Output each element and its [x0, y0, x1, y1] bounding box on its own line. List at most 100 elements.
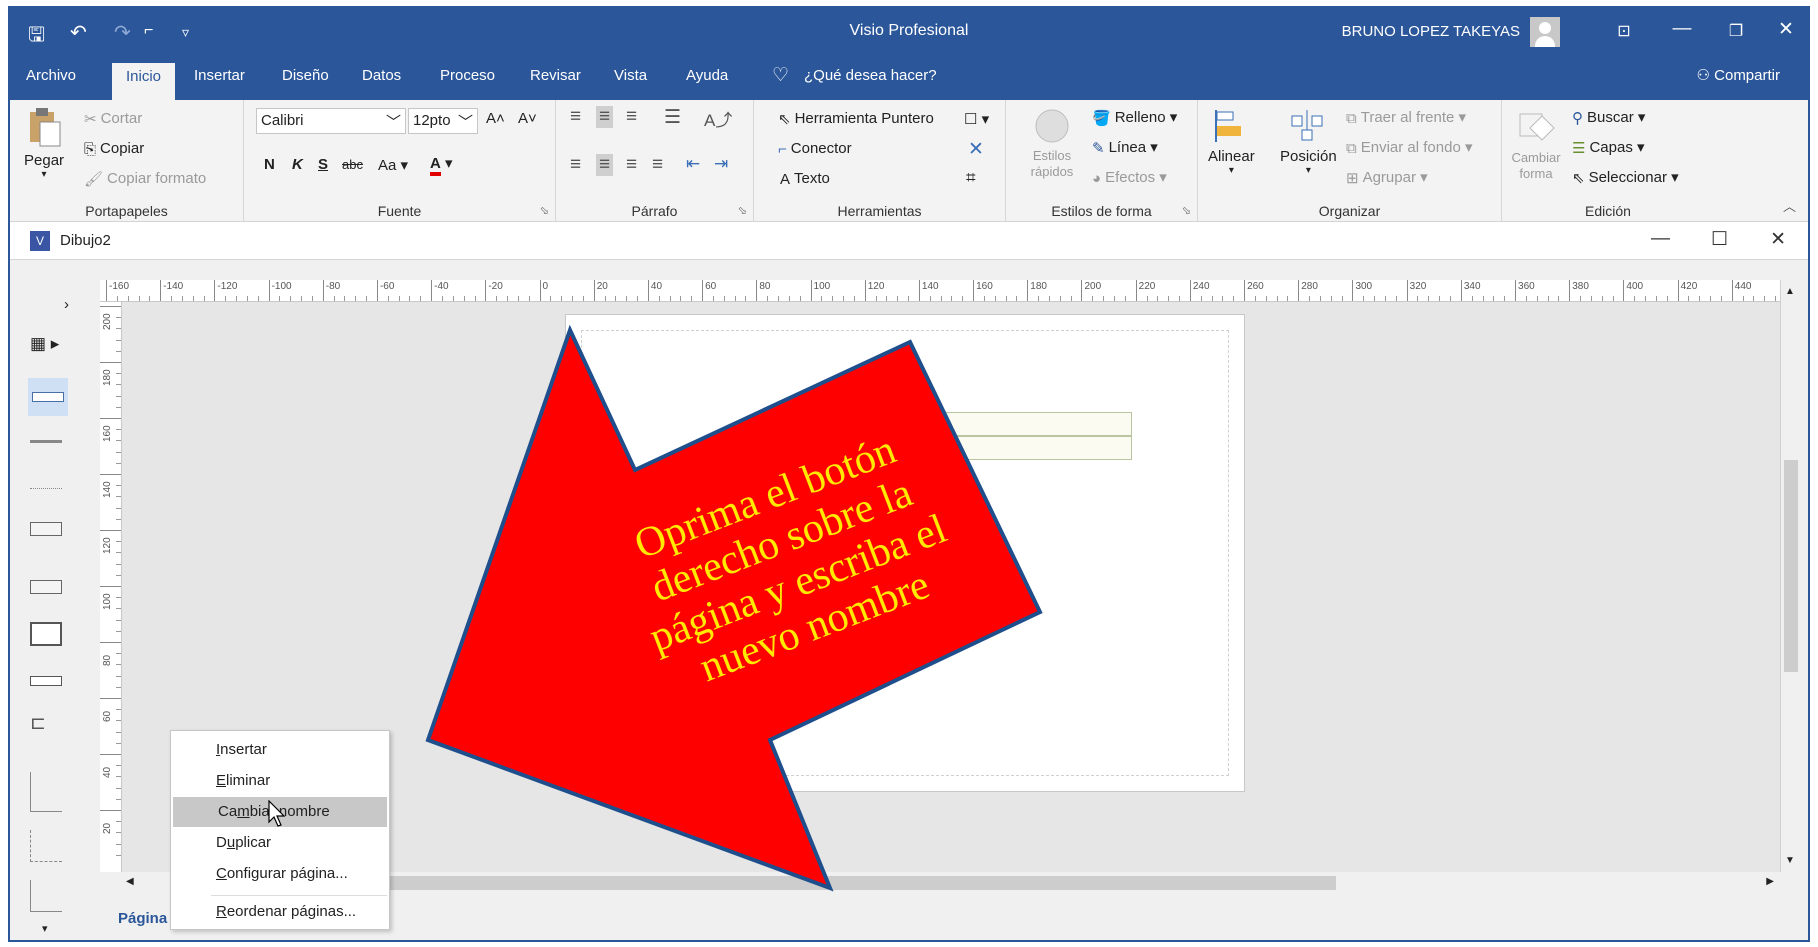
stencil-menu-icon[interactable]: ▦ ▸: [30, 334, 59, 354]
l-connector-icon[interactable]: [30, 772, 62, 812]
crop-tool-icon[interactable]: ⌗: [966, 168, 976, 188]
pointer-tool-button[interactable]: ⇖ Herramienta Puntero: [778, 110, 934, 128]
shrink-font-icon[interactable]: A˅: [518, 110, 537, 127]
font-size-select[interactable]: 12pto ﹀: [408, 108, 478, 134]
fill-button[interactable]: 🪣 Relleno ▾: [1092, 108, 1177, 127]
align-center-icon[interactable]: ≡: [596, 154, 614, 176]
connection-point-icon[interactable]: ✕: [968, 138, 984, 161]
horizontal-scroll-thumb[interactable]: [302, 876, 1336, 890]
bold-button[interactable]: N: [264, 156, 275, 173]
layers-button[interactable]: ☰ Capas ▾: [1572, 138, 1645, 157]
close-icon[interactable]: ✕: [1766, 18, 1806, 41]
ruler-tick-label: -60: [379, 281, 395, 292]
cut-button[interactable]: ✂ Cortar: [84, 110, 142, 128]
find-button[interactable]: ⚲ Buscar ▾: [1572, 108, 1645, 127]
align-right-icon[interactable]: ≡: [626, 154, 637, 176]
tab-ayuda[interactable]: Ayuda: [686, 67, 728, 84]
ribbon-display-icon[interactable]: ⊡: [1604, 21, 1644, 41]
increase-indent-icon[interactable]: ⇥: [714, 154, 728, 174]
position-button[interactable]: Posición ▾: [1280, 108, 1337, 176]
ruler-minor-tick: [1655, 296, 1657, 301]
align-bottom-icon[interactable]: ≡: [626, 106, 637, 128]
dotted-separator-icon[interactable]: [30, 488, 62, 489]
font-color-button[interactable]: A ▾: [430, 154, 453, 176]
menu-item-page-setup[interactable]: Configurar página...: [171, 859, 389, 889]
align-top-icon[interactable]: ≡: [570, 106, 581, 128]
rectangle-tool-button[interactable]: ☐ ▾: [964, 110, 989, 128]
chevron-down-icon[interactable]: ▾: [42, 922, 48, 935]
collapse-ribbon-icon[interactable]: ︿: [1783, 196, 1796, 215]
tab-proceso[interactable]: Proceso: [440, 67, 495, 84]
share-button[interactable]: ⚇ Compartir: [1697, 66, 1780, 84]
ruler-tick: [214, 280, 216, 301]
elbow-connector-icon[interactable]: [30, 880, 62, 912]
shape-row-selected[interactable]: [28, 378, 68, 416]
tell-me-input[interactable]: ¿Qué desea hacer?: [804, 67, 937, 84]
table-row-icon[interactable]: [30, 522, 62, 536]
doc-maximize-icon[interactable]: ☐: [1711, 228, 1728, 251]
grow-font-icon[interactable]: A˄: [486, 110, 505, 127]
minimize-icon[interactable]: —: [1662, 18, 1702, 40]
tab-datos[interactable]: Datos: [362, 67, 401, 84]
tab-revisar[interactable]: Revisar: [530, 67, 581, 84]
font-family-select[interactable]: Calibri ﹀: [256, 108, 406, 134]
quick-styles-button[interactable]: Estilos rápidos: [1024, 106, 1080, 180]
tab-insertar[interactable]: Insertar: [194, 67, 245, 84]
header-row-icon[interactable]: [30, 580, 62, 594]
decrease-indent-icon[interactable]: ⇤: [686, 154, 700, 174]
text-tool-button[interactable]: A Texto: [780, 170, 830, 188]
doc-minimize-icon[interactable]: —: [1651, 228, 1670, 250]
avatar[interactable]: [1530, 17, 1560, 47]
effects-button[interactable]: ◕ Efectos ▾: [1092, 168, 1167, 187]
expand-shapes-icon[interactable]: ›: [64, 296, 69, 313]
align-button[interactable]: Alinear ▾: [1208, 108, 1255, 176]
vertical-scroll-thumb[interactable]: [1784, 460, 1798, 672]
dashed-connector-icon[interactable]: [30, 830, 62, 862]
bring-to-front-button[interactable]: ⧉ Traer al frente ▾: [1346, 108, 1466, 127]
tab-archivo[interactable]: Archivo: [26, 67, 76, 84]
change-shape-button[interactable]: Cambiar forma: [1510, 108, 1562, 182]
ruler-tick: [485, 280, 487, 301]
page-tab[interactable]: Página: [118, 910, 167, 927]
line-button[interactable]: ✎ Línea ▾: [1092, 138, 1158, 157]
underline-button[interactable]: S: [318, 156, 328, 173]
change-case-button[interactable]: Aa ▾: [378, 156, 408, 174]
connector-button[interactable]: ⌐ Conector: [778, 140, 852, 158]
tab-inicio[interactable]: Inicio: [112, 63, 176, 100]
tab-diseno[interactable]: Diseño: [282, 67, 329, 84]
menu-item-delete[interactable]: Eliminar: [171, 766, 389, 796]
menu-item-duplicate[interactable]: Duplicar: [171, 828, 389, 858]
bullets-icon[interactable]: ☰: [664, 106, 681, 129]
select-button[interactable]: ⇖ Seleccionar ▾: [1572, 168, 1679, 187]
container-shape-icon[interactable]: [30, 622, 62, 646]
paste-button[interactable]: Pegar ▾: [24, 106, 64, 180]
ruler-minor-tick: [1146, 296, 1148, 301]
vertical-scrollbar[interactable]: ▲ ▼: [1780, 280, 1800, 872]
restore-icon[interactable]: ❐: [1716, 21, 1756, 41]
menu-item-reorder-pages[interactable]: Reordenar páginas...: [171, 897, 389, 927]
scroll-down-icon[interactable]: ▼: [1785, 855, 1795, 866]
tab-vista[interactable]: Vista: [614, 67, 647, 84]
scroll-right-icon[interactable]: ▶: [1766, 876, 1774, 887]
text-direction-icon[interactable]: A⤴: [704, 106, 732, 131]
align-left-icon[interactable]: ≡: [570, 154, 581, 176]
send-to-back-button[interactable]: ⧉ Enviar al fondo ▾: [1346, 138, 1473, 157]
italic-button[interactable]: K: [292, 156, 303, 173]
align-middle-icon[interactable]: ≡: [596, 106, 614, 128]
scroll-up-icon[interactable]: ▲: [1785, 286, 1795, 297]
menu-item-insert[interactable]: Insertar: [171, 735, 389, 765]
copy-button[interactable]: ⎘ Copiar: [84, 140, 144, 158]
group-button[interactable]: ⊞ Agrupar ▾: [1346, 168, 1428, 187]
justify-icon[interactable]: ≡: [652, 154, 663, 176]
dialog-launcher-icon[interactable]: ⬂: [738, 204, 747, 217]
bar-shape-icon[interactable]: [30, 676, 62, 686]
format-painter-button[interactable]: 🖌 Copiar formato: [84, 170, 206, 188]
separator-shape-icon[interactable]: [30, 440, 62, 443]
strikethrough-button[interactable]: abc: [342, 157, 363, 172]
scroll-left-icon[interactable]: ◀: [126, 876, 134, 887]
dialog-launcher-icon[interactable]: ⬂: [1182, 204, 1191, 217]
callout-shape-icon[interactable]: ⊏: [30, 712, 46, 735]
doc-close-icon[interactable]: ✕: [1770, 228, 1786, 251]
user-name[interactable]: BRUNO LOPEZ TAKEYAS: [1342, 23, 1520, 40]
dialog-launcher-icon[interactable]: ⬂: [540, 204, 549, 217]
